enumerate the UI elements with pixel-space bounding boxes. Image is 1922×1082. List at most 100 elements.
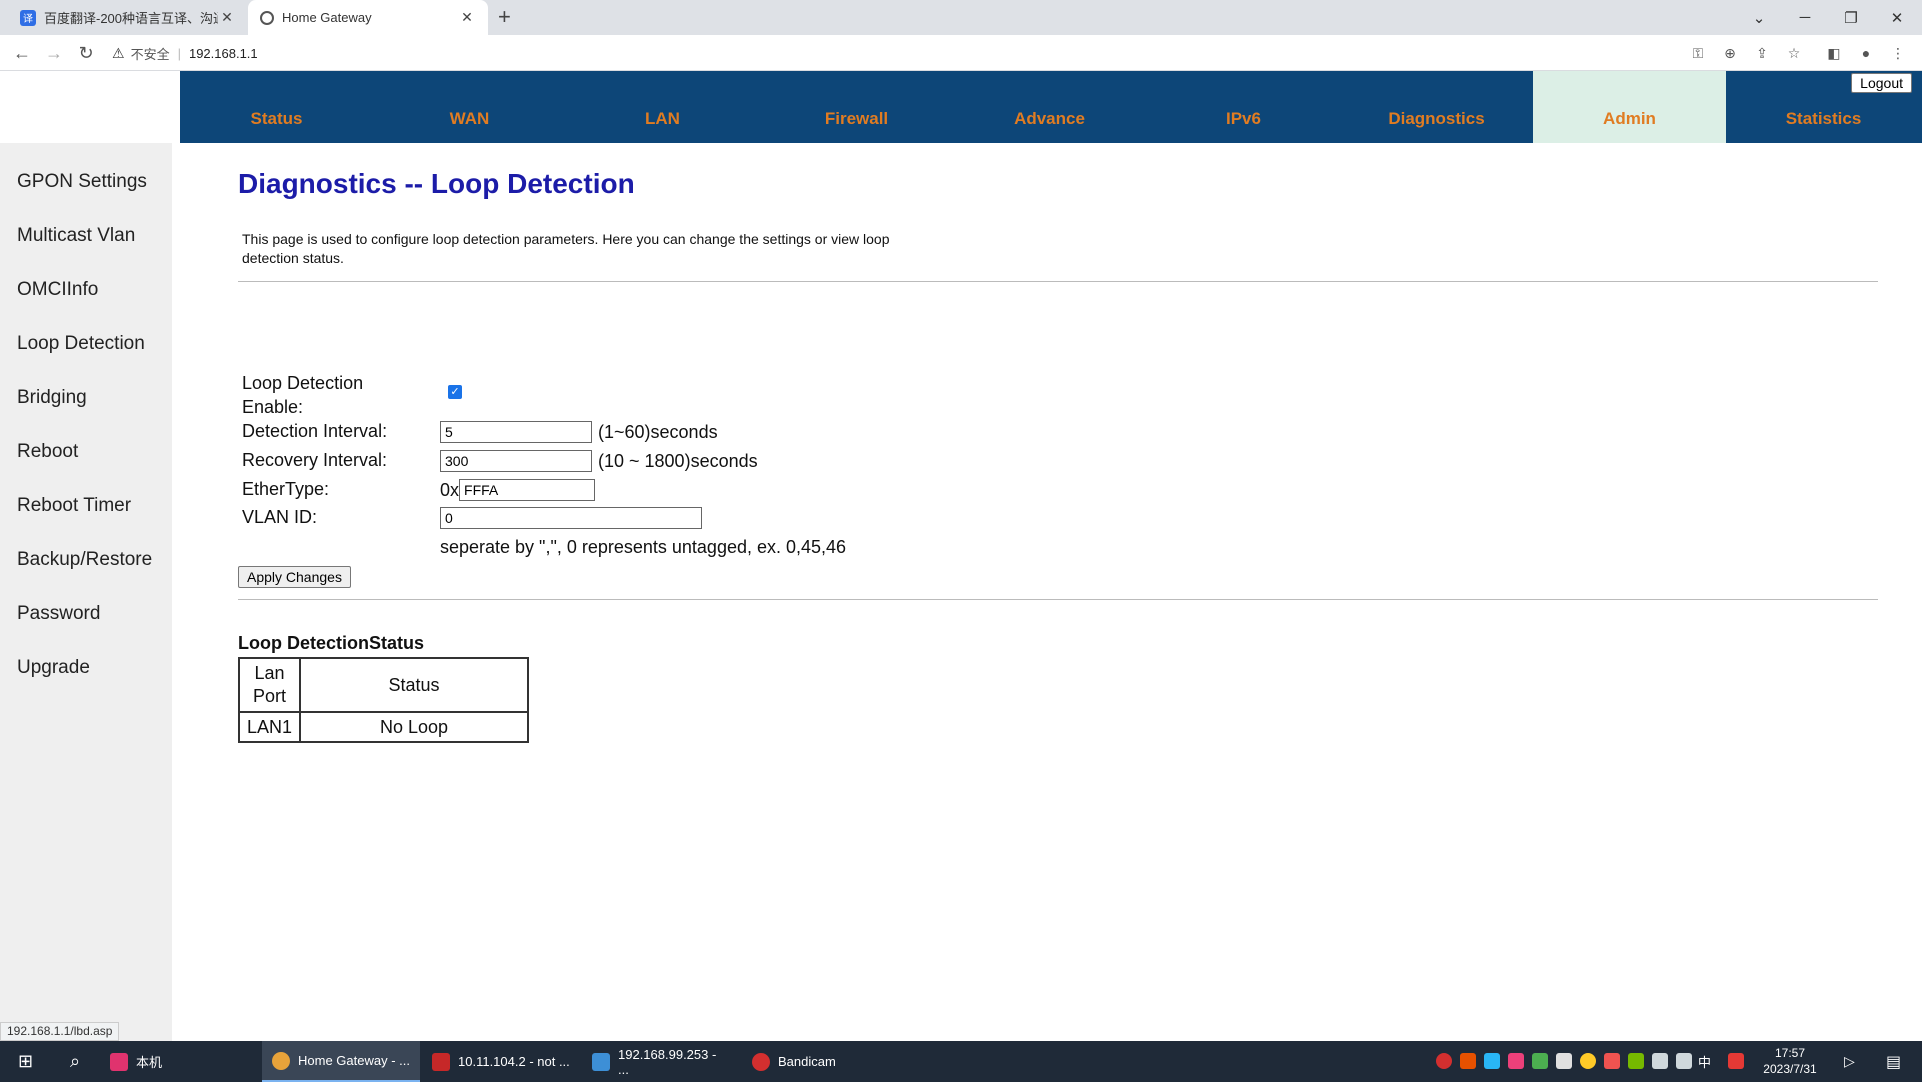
tab-title: 百度翻译-200种语言互译、沟通 bbox=[44, 11, 218, 26]
baidu-translate-icon: 译 bbox=[20, 9, 36, 26]
ime-indicator[interactable]: 中 bbox=[1694, 1041, 1715, 1082]
sidebar-item-loop-detection[interactable]: Loop Detection bbox=[0, 317, 152, 371]
share-icon[interactable]: ⇪ bbox=[1752, 43, 1772, 63]
ethertype-label: EtherType: bbox=[242, 479, 330, 499]
sidebar-item-reboot[interactable]: Reboot bbox=[0, 425, 152, 479]
record-icon bbox=[752, 1052, 770, 1071]
address-bar[interactable]: ⚠ 不安全 | 192.168.1.1 bbox=[112, 39, 258, 67]
browser-tab-baidu[interactable]: 译 百度翻译-200种语言互译、沟通 ✕ bbox=[8, 0, 248, 35]
nav-tab-firewall[interactable]: Firewall bbox=[760, 71, 953, 143]
recovery-interval-control: (10 ~ 1800)seconds bbox=[440, 450, 758, 472]
apply-changes-button[interactable]: Apply Changes bbox=[238, 566, 351, 588]
sidebar-item-upgrade[interactable]: Upgrade bbox=[0, 641, 152, 695]
divider bbox=[238, 281, 1878, 282]
vlan-id-input[interactable] bbox=[440, 507, 702, 529]
detection-interval-input[interactable] bbox=[440, 421, 592, 443]
main-content: Diagnostics -- Loop Detection This page … bbox=[238, 168, 1878, 743]
taskbar-item-local[interactable]: 本机 bbox=[100, 1041, 260, 1082]
minimize-button[interactable]: ─ bbox=[1782, 0, 1828, 35]
network-icon[interactable] bbox=[1652, 1053, 1668, 1069]
kebab-menu-icon[interactable]: ⋮ bbox=[1888, 43, 1908, 63]
tray-app-icon[interactable] bbox=[1556, 1053, 1572, 1069]
clock-date: 2023/7/31 bbox=[1763, 1062, 1817, 1076]
enable-label: Loop Detection Enable: bbox=[242, 371, 442, 419]
status-bar-url: 192.168.1.1/lbd.asp bbox=[0, 1022, 120, 1041]
column-header-line1: Lan bbox=[254, 663, 285, 683]
tray-app-icon[interactable] bbox=[1508, 1053, 1524, 1069]
nav-tab-wan[interactable]: WAN bbox=[373, 71, 566, 143]
tray-record-icon[interactable] bbox=[1436, 1053, 1452, 1069]
sogou-input-icon[interactable] bbox=[1728, 1053, 1744, 1069]
tray-app-icon[interactable] bbox=[1484, 1053, 1500, 1069]
taskbar-label: Bandicam bbox=[778, 1054, 836, 1069]
taskbar-item-remote-1[interactable]: 10.11.104.2 - not ... bbox=[422, 1041, 580, 1082]
ethertype-input[interactable] bbox=[459, 479, 596, 501]
close-window-button[interactable]: ✕ bbox=[1874, 0, 1920, 35]
browser-tab-strip: 译 百度翻译-200种语言互译、沟通 ✕ Home Gateway ✕ + ⌄ … bbox=[0, 0, 1922, 35]
side-panel-icon[interactable]: ◧ bbox=[1824, 43, 1844, 63]
taskbar-clock[interactable]: 17:57 2023/7/31 bbox=[1754, 1045, 1826, 1077]
speaker-muted-icon[interactable] bbox=[1676, 1053, 1692, 1069]
tray-app-icon[interactable] bbox=[1604, 1053, 1620, 1069]
sidebar-item-bridging[interactable]: Bridging bbox=[0, 371, 152, 425]
recovery-interval-input[interactable] bbox=[440, 450, 592, 472]
logout-button[interactable]: Logout bbox=[1851, 73, 1912, 93]
detection-interval-hint: (1~60)seconds bbox=[598, 421, 718, 442]
close-icon[interactable]: ✕ bbox=[218, 9, 236, 26]
nvidia-icon[interactable] bbox=[1628, 1053, 1644, 1069]
table-row: LAN1 No Loop bbox=[238, 711, 529, 743]
windows-start-icon[interactable]: ⊞ bbox=[8, 1041, 43, 1082]
show-desktop-icon[interactable]: ▷ bbox=[1834, 1041, 1865, 1082]
nav-tab-diagnostics[interactable]: Diagnostics bbox=[1340, 71, 1533, 143]
bookmark-star-icon[interactable]: ☆ bbox=[1784, 43, 1804, 63]
nav-tab-status[interactable]: Status bbox=[180, 71, 373, 143]
page-title: Diagnostics -- Loop Detection bbox=[238, 168, 635, 199]
tray-app-icon[interactable] bbox=[1580, 1053, 1596, 1069]
forward-arrow-icon[interactable]: → bbox=[42, 41, 66, 65]
cell-port: LAN1 bbox=[238, 711, 301, 743]
cell-status: No Loop bbox=[299, 711, 529, 743]
divider bbox=[238, 599, 1878, 600]
taskbar-item-remote-2[interactable]: 192.168.99.253 - ... bbox=[582, 1041, 740, 1082]
search-icon[interactable]: ⌕ bbox=[60, 1041, 90, 1082]
taskbar-item-chrome[interactable]: Home Gateway - ... bbox=[262, 1041, 420, 1082]
nav-tab-admin[interactable]: Admin bbox=[1533, 71, 1726, 143]
loop-detection-enable-checkbox[interactable]: ✓ bbox=[448, 385, 462, 399]
loop-detection-status-table: Lan Port Status LAN1 No Loop bbox=[238, 657, 529, 743]
reload-icon[interactable]: ↻ bbox=[74, 41, 98, 65]
sidebar-item-reboot-timer[interactable]: Reboot Timer bbox=[0, 479, 152, 533]
wechat-icon[interactable] bbox=[1532, 1053, 1548, 1069]
sidebar-item-gpon-settings[interactable]: GPON Settings bbox=[0, 155, 152, 209]
taskbar-item-bandicam[interactable]: Bandicam bbox=[742, 1041, 900, 1082]
nav-tab-advance[interactable]: Advance bbox=[953, 71, 1146, 143]
zoom-icon[interactable]: ⊕ bbox=[1720, 43, 1740, 63]
sidebar-item-omciinfo[interactable]: OMCIInfo bbox=[0, 263, 152, 317]
app-icon bbox=[110, 1052, 128, 1071]
detection-interval-control: (1~60)seconds bbox=[440, 421, 718, 443]
close-icon[interactable]: ✕ bbox=[458, 9, 476, 26]
top-navigation: Status WAN LAN Firewall Advance IPv6 Dia… bbox=[180, 71, 1922, 143]
tray-app-icon[interactable] bbox=[1460, 1053, 1476, 1069]
sidebar-item-multicast-vlan[interactable]: Multicast Vlan bbox=[0, 209, 152, 263]
admin-sidebar: GPON Settings Multicast Vlan OMCIInfo Lo… bbox=[0, 143, 172, 1041]
detection-interval-label: Detection Interval: bbox=[242, 421, 388, 441]
tab-search-chevron-icon[interactable]: ⌄ bbox=[1736, 0, 1782, 35]
nav-tab-lan[interactable]: LAN bbox=[566, 71, 759, 143]
recovery-interval-label: Recovery Interval: bbox=[242, 450, 388, 470]
browser-toolbar: ← → ↻ ⚠ 不安全 | 192.168.1.1 ⚿ ⊕ ⇪ ☆ ◧ ● ⋮ bbox=[0, 35, 1922, 71]
column-header-lan-port: Lan Port bbox=[238, 657, 301, 713]
restore-button[interactable]: ❐ bbox=[1828, 0, 1874, 35]
back-arrow-icon[interactable]: ← bbox=[10, 41, 34, 65]
taskbar-label: 本机 bbox=[136, 1055, 163, 1070]
taskbar-label: 192.168.99.253 - ... bbox=[618, 1046, 717, 1077]
globe-icon bbox=[260, 10, 274, 25]
address-separator: | bbox=[177, 45, 181, 61]
sidebar-item-backup-restore[interactable]: Backup/Restore bbox=[0, 533, 152, 587]
notification-icon[interactable]: ▤ bbox=[1876, 1041, 1911, 1082]
browser-tab-home-gateway[interactable]: Home Gateway ✕ bbox=[248, 0, 488, 35]
profile-avatar-icon[interactable]: ● bbox=[1856, 43, 1876, 63]
new-tab-button[interactable]: + bbox=[498, 6, 511, 28]
nav-tab-ipv6[interactable]: IPv6 bbox=[1147, 71, 1340, 143]
key-icon[interactable]: ⚿ bbox=[1688, 43, 1708, 63]
sidebar-item-password[interactable]: Password bbox=[0, 587, 152, 641]
